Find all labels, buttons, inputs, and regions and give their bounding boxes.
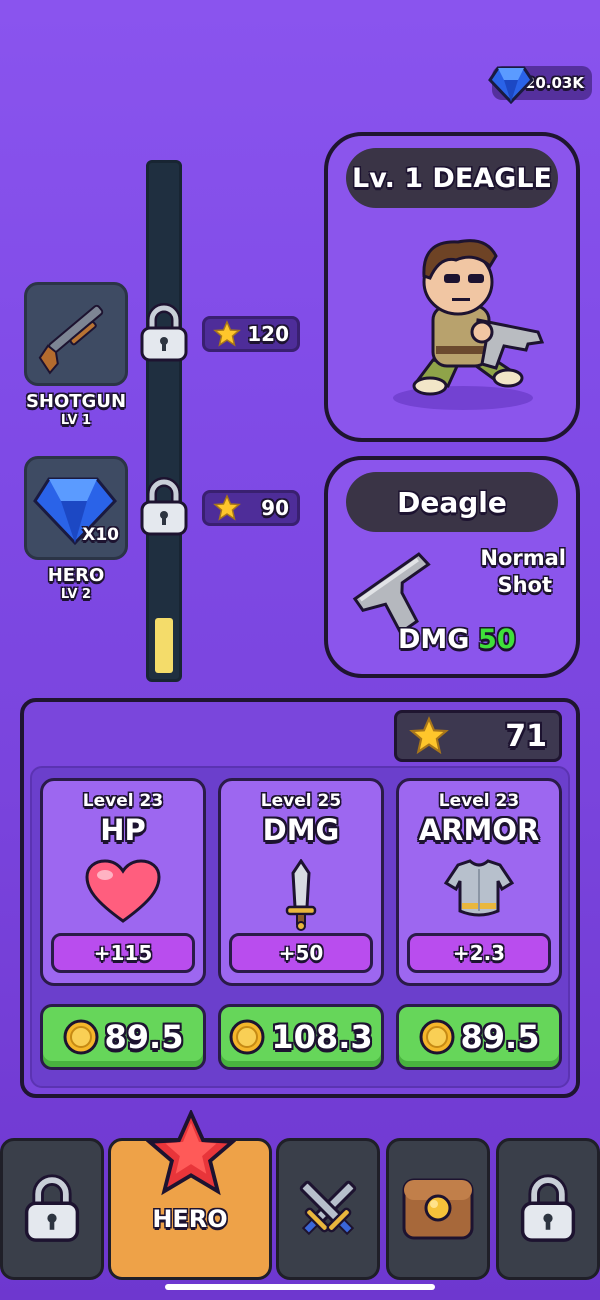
nav-tab-chest[interactable] [386,1138,490,1280]
stat-bonus: +50 [229,933,373,973]
dmg-label: DMG [398,624,470,655]
shotgun-icon [38,304,104,375]
reward-level: LV 1 [60,413,92,428]
upgrade-dmg-button[interactable]: 108.3 [218,1004,384,1070]
star-icon [146,1110,236,1196]
shot-type-line1: Normal [480,546,566,570]
dmg-value: 50 [478,624,516,655]
coin-icon [63,1019,99,1055]
hero-card[interactable]: Lv. 1 DEAGLE [324,132,580,442]
lock-icon [140,303,188,362]
stat-level: Level 23 [438,791,520,811]
star-icon [213,494,241,521]
nav-tab-battle[interactable] [276,1138,380,1280]
armor-icon [444,859,514,917]
stat-card-dmg[interactable]: Level 25 DMG +50 [218,778,384,986]
nav-tab-locked-left[interactable] [0,1138,104,1280]
upgrade-hp-button[interactable]: 89.5 [40,1004,206,1070]
stat-bonus: +115 [51,933,195,973]
reward-name: SHOTGUN [25,391,127,412]
weapon-damage: DMG 50 [398,624,516,655]
lock-icon [520,1174,576,1242]
upgrade-price: 108.3 [271,1018,373,1056]
hero-character [393,239,545,410]
reward-quantity: X10 [82,525,119,545]
sword-icon [285,859,317,931]
blue-gem-icon [488,66,534,104]
star-icon [213,320,241,347]
upgrade-price: 89.5 [460,1018,540,1056]
reward-cost: 90 [261,496,289,520]
star-icon [409,716,449,755]
weapon-card-title: Deagle [346,472,558,532]
nav-tab-locked-right[interactable] [496,1138,600,1280]
home-indicator[interactable] [165,1284,435,1290]
lock-icon [140,477,188,536]
upgrade-armor-button[interactable]: 89.5 [396,1004,562,1070]
chest-icon [402,1178,474,1240]
reward-cost-pill: 120 [202,316,300,352]
reward-level: LV 2 [60,587,92,602]
reward-tile-hero[interactable]: X10 [24,456,128,560]
stat-level: Level 23 [82,791,164,811]
pistol-icon [352,552,431,634]
reward-cost-pill: 90 [202,490,300,526]
upgrade-price: 89.5 [104,1018,184,1056]
stat-card-hp[interactable]: Level 23 HP +115 [40,778,206,986]
heart-icon [85,859,161,923]
reward-cost: 120 [247,322,289,346]
reward-progress-fill [155,618,173,673]
stat-level: Level 25 [260,791,342,811]
stat-name: HP [100,813,146,847]
coin-icon [419,1019,455,1055]
stat-name: ARMOR [418,813,540,847]
stat-bonus: +2.3 [407,933,551,973]
hero-card-title: Lv. 1 DEAGLE [346,148,558,208]
nav-tab-hero-label: HERO [152,1205,228,1233]
reward-name: HERO [47,565,105,586]
star-balance: 71 [394,710,562,762]
reward-progress-track [146,160,182,682]
stat-name: DMG [262,813,340,847]
star-balance-count: 71 [505,718,547,754]
stat-card-armor[interactable]: Level 23 ARMOR +2.3 [396,778,562,986]
weapon-card[interactable]: Deagle Normal Shot DMG 50 [324,456,580,678]
crossed-swords-icon [299,1180,357,1236]
coin-icon [229,1019,265,1055]
lock-icon [24,1174,80,1242]
gem-currency-display[interactable]: 20.03K [488,66,592,104]
reward-tile-shotgun[interactable] [24,282,128,386]
shot-type-line2: Shot [497,573,552,597]
